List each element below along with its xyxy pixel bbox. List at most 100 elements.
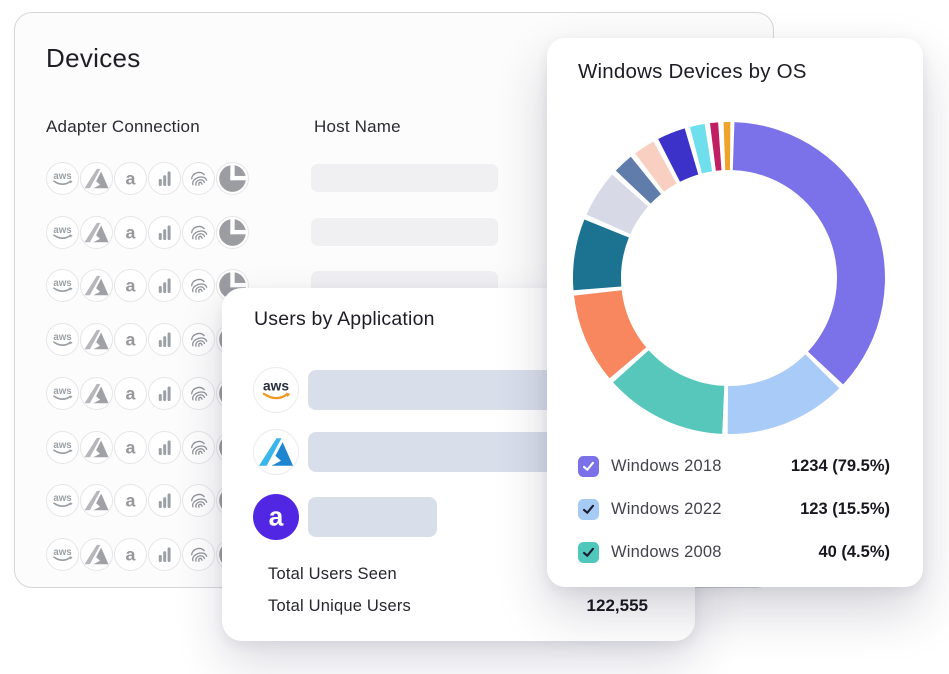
device-table-row: aws a [46, 538, 249, 571]
legend-row: Windows 2008 40 (4.5%) [578, 539, 890, 565]
tanium-adapter-icon[interactable] [216, 216, 249, 249]
axonius-adapter-icon[interactable]: a [114, 216, 147, 249]
svg-text:a: a [126, 491, 137, 511]
users-card-title: Users by Application [254, 308, 435, 331]
axonius-app-icon[interactable]: a [253, 494, 299, 540]
azure-app-icon[interactable] [253, 429, 299, 475]
axonius-adapter-icon[interactable]: a [114, 162, 147, 195]
svg-text:a: a [126, 168, 137, 188]
fingerprint-adapter-icon[interactable] [182, 162, 215, 195]
aws-adapter-icon[interactable]: aws [46, 377, 79, 410]
user-application-row: aws [253, 367, 299, 413]
svg-text:a: a [126, 437, 137, 457]
azure-adapter-icon[interactable] [80, 216, 113, 249]
azure-adapter-icon[interactable] [80, 323, 113, 356]
azure-adapter-icon[interactable] [80, 431, 113, 464]
device-table-row: aws a [46, 484, 249, 517]
azure-adapter-icon[interactable] [80, 162, 113, 195]
svg-text:a: a [126, 329, 137, 349]
legend-checkbox[interactable] [578, 542, 599, 563]
os-card-title: Windows Devices by OS [578, 60, 807, 84]
bar-chart-adapter-icon[interactable] [148, 484, 181, 517]
adapter-connection-cell: aws a [46, 431, 249, 464]
axonius-adapter-icon[interactable]: a [114, 431, 147, 464]
azure-adapter-icon[interactable] [80, 484, 113, 517]
legend-label: Windows 2022 [611, 500, 722, 519]
bar-chart-adapter-icon[interactable] [148, 538, 181, 571]
donut-segment-windows-2018[interactable] [733, 122, 885, 384]
axonius-adapter-icon[interactable]: a [114, 538, 147, 571]
device-table-row: aws a [46, 431, 249, 464]
aws-app-icon[interactable]: aws [253, 367, 299, 413]
fingerprint-adapter-icon[interactable] [182, 538, 215, 571]
donut-segment-segment-dark-teal[interactable] [573, 220, 629, 291]
azure-adapter-icon[interactable] [80, 269, 113, 302]
bar-chart-adapter-icon[interactable] [148, 269, 181, 302]
fingerprint-adapter-icon[interactable] [182, 431, 215, 464]
axonius-adapter-icon[interactable]: a [114, 269, 147, 302]
legend-row: Windows 2022123 (15.5%) [578, 496, 890, 522]
fingerprint-adapter-icon[interactable] [182, 269, 215, 302]
legend-value: 40 (4.5%) [818, 543, 890, 562]
svg-text:aws: aws [53, 332, 71, 343]
fingerprint-adapter-icon[interactable] [182, 216, 215, 249]
bar-chart-adapter-icon[interactable] [148, 323, 181, 356]
svg-text:aws: aws [53, 278, 71, 289]
svg-text:a: a [126, 276, 137, 296]
device-table-row: aws a [46, 377, 249, 410]
adapter-connection-column-header: Adapter Connection [46, 117, 200, 137]
host-name-column-header: Host Name [314, 117, 401, 137]
host-name-placeholder [311, 218, 498, 246]
aws-adapter-icon[interactable]: aws [46, 484, 79, 517]
total-unique-users-row: Total Unique Users 122,555 [268, 596, 648, 616]
bar-chart-adapter-icon[interactable] [148, 377, 181, 410]
device-table-row: aws a [46, 162, 249, 195]
bar-chart-adapter-icon[interactable] [148, 431, 181, 464]
fingerprint-adapter-icon[interactable] [182, 323, 215, 356]
adapter-connection-cell: aws a [46, 216, 249, 249]
svg-text:aws: aws [53, 386, 71, 397]
axonius-adapter-icon[interactable]: a [114, 323, 147, 356]
total-users-seen-label: Total Users Seen [268, 565, 397, 584]
device-table-row: aws a [46, 216, 249, 249]
legend-label: Windows 2008 [611, 543, 722, 562]
donut-segment-segment-amber[interactable] [724, 122, 731, 170]
legend-checkbox[interactable] [578, 456, 599, 477]
total-unique-users-label: Total Unique Users [268, 597, 411, 616]
aws-adapter-icon[interactable]: aws [46, 269, 79, 302]
donut-segment-windows-2008[interactable] [613, 350, 724, 434]
fingerprint-adapter-icon[interactable] [182, 484, 215, 517]
axonius-adapter-icon[interactable]: a [114, 377, 147, 410]
axonius-adapter-icon[interactable]: a [114, 484, 147, 517]
adapter-connection-cell: aws a [46, 269, 249, 302]
os-donut-chart [569, 118, 889, 438]
azure-adapter-icon[interactable] [80, 538, 113, 571]
windows-devices-by-os-card: Windows Devices by OS Windows 20181234 (… [547, 38, 923, 587]
bar-chart-adapter-icon[interactable] [148, 162, 181, 195]
donut-segment-segment-crimson[interactable] [710, 122, 721, 170]
aws-adapter-icon[interactable]: aws [46, 162, 79, 195]
host-name-placeholder [311, 164, 498, 192]
devices-card-title: Devices [46, 43, 141, 74]
bar-chart-adapter-icon[interactable] [148, 216, 181, 249]
tanium-adapter-icon[interactable] [216, 162, 249, 195]
svg-text:aws: aws [53, 171, 71, 182]
svg-text:aws: aws [53, 493, 71, 504]
device-table-row: aws a [46, 323, 249, 356]
azure-adapter-icon[interactable] [80, 377, 113, 410]
svg-text:aws: aws [53, 225, 71, 236]
svg-text:aws: aws [263, 379, 289, 394]
adapter-connection-cell: aws a [46, 538, 249, 571]
svg-text:a: a [126, 544, 137, 564]
donut-segment-windows-2022[interactable] [728, 354, 840, 434]
fingerprint-adapter-icon[interactable] [182, 377, 215, 410]
svg-text:aws: aws [53, 547, 71, 558]
aws-adapter-icon[interactable]: aws [46, 216, 79, 249]
aws-adapter-icon[interactable]: aws [46, 323, 79, 356]
svg-text:a: a [126, 383, 137, 403]
aws-adapter-icon[interactable]: aws [46, 538, 79, 571]
legend-checkbox[interactable] [578, 499, 599, 520]
adapter-connection-cell: aws a [46, 162, 249, 195]
user-application-row: a [253, 494, 299, 540]
aws-adapter-icon[interactable]: aws [46, 431, 79, 464]
